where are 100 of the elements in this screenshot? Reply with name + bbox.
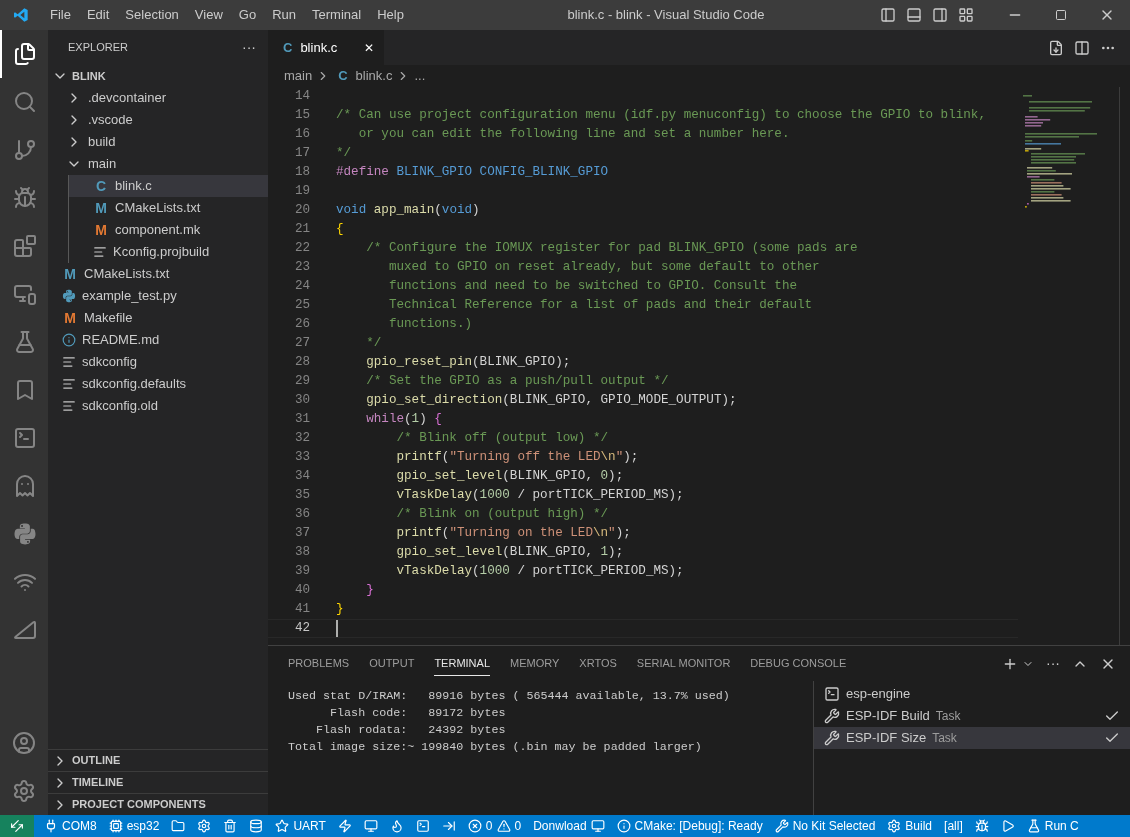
settings-icon: [197, 819, 212, 833]
tree-item[interactable]: .vscode: [48, 109, 268, 131]
line-number: 41: [293, 601, 310, 619]
account-icon[interactable]: [12, 731, 36, 755]
status-item[interactable]: CMake: [Debug]: Ready: [610, 815, 769, 837]
m-file-icon: M: [93, 197, 109, 219]
error-count: 0: [485, 818, 493, 835]
status-item[interactable]: UART: [269, 815, 332, 837]
toggle-secondary-sidebar-icon[interactable]: [932, 7, 948, 23]
lines-icon: [62, 399, 76, 413]
menu-item[interactable]: Go: [230, 5, 265, 25]
line-number: 19: [293, 183, 310, 201]
section-header[interactable]: TIMELINE: [48, 771, 268, 793]
c-file-icon: C: [93, 175, 109, 197]
more-actions-button[interactable]: ···: [1046, 653, 1060, 674]
terminal-list-item[interactable]: ESP-IDF Build Task: [814, 705, 1130, 727]
search-icon: [13, 90, 37, 114]
panel-tab[interactable]: DEBUG CONSOLE: [750, 650, 847, 677]
status-item[interactable]: esp32: [102, 815, 166, 837]
toggle-sidebar-icon[interactable]: [880, 7, 896, 23]
code-text: while(1) {: [365, 411, 442, 429]
tree-item[interactable]: README.md: [48, 329, 268, 351]
code-text: muxed to GPIO on reset already, but some default to other: [387, 259, 820, 277]
line-number: 30: [293, 392, 310, 410]
breadcrumb[interactable]: blink.c: [355, 66, 393, 86]
line-number: 35: [293, 487, 310, 505]
code-text: /* Blink off (output low) */: [395, 430, 609, 448]
tree-item[interactable]: M component.mk: [69, 219, 268, 241]
code-text: vTaskDelay(1000 / portTICK_PERIOD_MS);: [395, 563, 684, 581]
breadcrumb[interactable]: ...: [414, 66, 426, 86]
line-number: 21: [293, 221, 310, 239]
layout-icon[interactable]: [958, 7, 974, 23]
menu-item[interactable]: Help: [369, 5, 412, 25]
folder-icon: [171, 819, 186, 833]
menu-item[interactable]: Selection: [117, 5, 187, 25]
tree-item[interactable]: Kconfig.projbuild: [69, 241, 268, 263]
folder-header[interactable]: BLINK: [48, 65, 268, 87]
status-item[interactable]: [all]: [938, 815, 969, 837]
status-item[interactable]: Donwload: [527, 815, 611, 837]
menu-item[interactable]: Edit: [78, 5, 118, 25]
tree-item[interactable]: build: [48, 131, 268, 153]
line-number: 22: [293, 240, 310, 258]
close-button[interactable]: ✕: [364, 38, 374, 57]
line-number: 39: [293, 563, 310, 581]
status-item[interactable]: No Kit Selected: [768, 815, 882, 837]
toggle-panel-icon[interactable]: [906, 7, 922, 23]
menu-item[interactable]: Run: [264, 5, 304, 25]
more-actions-button[interactable]: ···: [242, 37, 256, 58]
status-item[interactable]: Build: [881, 815, 939, 837]
tree-item[interactable]: sdkconfig.old: [48, 395, 268, 417]
app-logo-icon: [13, 7, 29, 23]
panel-tab[interactable]: PROBLEMS: [288, 650, 350, 677]
status-item[interactable]: Run C: [1020, 815, 1085, 837]
line-number: 17: [293, 145, 310, 163]
tools-icon: [824, 730, 840, 746]
panel-tab[interactable]: SERIAL MONITOR: [636, 650, 731, 677]
line-number: 31: [293, 411, 310, 429]
panel-tab[interactable]: MEMORY: [510, 650, 560, 677]
terminal-icon: [415, 819, 430, 833]
menu-item[interactable]: Terminal: [304, 5, 370, 25]
menu-item[interactable]: File: [42, 5, 79, 25]
terminal-list-item[interactable]: esp-engine: [814, 683, 1130, 705]
problems-status[interactable]: 0 0: [461, 815, 528, 837]
python-icon: [13, 522, 37, 546]
breadcrumb[interactable]: main: [284, 66, 313, 86]
code-text: printf("Turning off the LED\n");: [395, 449, 639, 467]
tree-item[interactable]: M CMakeLists.txt: [69, 197, 268, 219]
terminal-line: Used stat D/IRAM: 89916 bytes ( 565444 available, 13.7% used): [288, 688, 731, 705]
line-number: 15: [293, 107, 310, 125]
tree-item[interactable]: sdkconfig: [48, 351, 268, 373]
editor-tab[interactable]: C blink.c ✕: [268, 30, 384, 65]
tree-item[interactable]: sdkconfig.defaults: [48, 373, 268, 395]
c-file-icon: C: [283, 37, 293, 58]
split-editor-icon[interactable]: [1074, 39, 1090, 56]
line-number: 34: [293, 468, 310, 486]
download-icon[interactable]: [1048, 39, 1064, 56]
info-icon: [62, 333, 76, 347]
code-text: gpio_set_level(BLINK_GPIO, 1);: [395, 544, 624, 562]
tree-item[interactable]: main: [48, 153, 268, 175]
code-text: gpio_reset_pin(BLINK_GPIO);: [365, 354, 571, 372]
settings-icon[interactable]: [12, 779, 36, 803]
status-item[interactable]: COM8: [38, 815, 103, 837]
panel-tab[interactable]: TERMINAL: [434, 650, 490, 677]
section-header[interactable]: OUTLINE: [48, 749, 268, 771]
warning-icon: [496, 819, 511, 833]
menu-item[interactable]: View: [186, 5, 231, 25]
remote-button[interactable]: [0, 815, 34, 837]
tree-item[interactable]: C blink.c: [69, 175, 268, 197]
line-number: 14: [293, 88, 310, 106]
tree-item[interactable]: example_test.py: [48, 285, 268, 307]
panel-tab[interactable]: OUTPUT: [369, 650, 415, 677]
line-number: 36: [293, 506, 310, 524]
tree-item[interactable]: .devcontainer: [48, 87, 268, 109]
tree-item[interactable]: M Makefile: [48, 307, 268, 329]
code-text: /* Blink on (output high) */: [395, 506, 609, 524]
bug-icon: [974, 819, 989, 833]
panel-tab[interactable]: XRTOS: [579, 650, 617, 677]
tree-item[interactable]: M CMakeLists.txt: [48, 263, 268, 285]
terminal-list-item[interactable]: ESP-IDF Size Task: [814, 727, 1130, 749]
maximize-icon[interactable]: [1055, 9, 1067, 21]
